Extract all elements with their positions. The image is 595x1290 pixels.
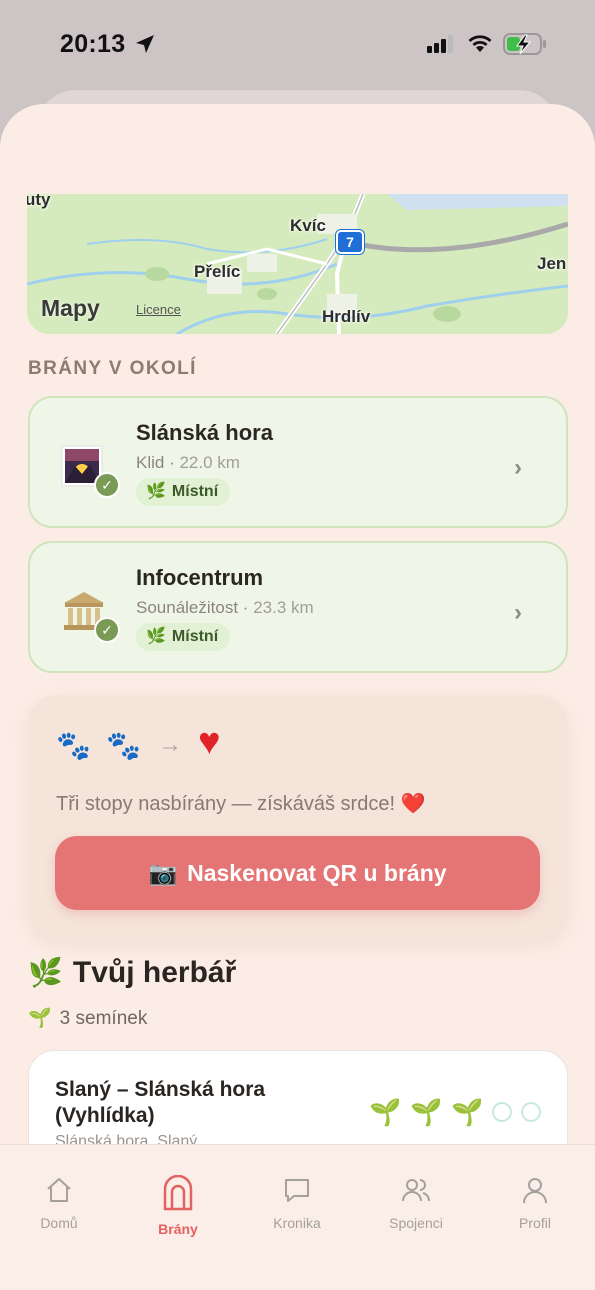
gate-meta: Klid · 22.0 km xyxy=(136,453,240,472)
tab-gates[interactable]: Brány xyxy=(128,1175,228,1237)
tab-label: Kronika xyxy=(273,1215,321,1231)
gate-icon xyxy=(163,1175,193,1211)
tab-allies[interactable]: Spojenci xyxy=(366,1175,466,1231)
gate-card[interactable]: ✓ Slánská hora Klid · 22.0 km 🌿 Místní › xyxy=(28,396,568,528)
gate-tag-label: Místní xyxy=(171,628,219,645)
tab-label: Brány xyxy=(158,1221,198,1237)
people-icon xyxy=(402,1179,430,1202)
visited-check-icon: ✓ xyxy=(94,472,120,498)
leaf-icon: 🌿 xyxy=(146,628,166,645)
herbarium-title: 🌿 Tvůj herbář xyxy=(28,956,236,990)
seedling-icon: 🌱 xyxy=(451,1096,484,1127)
herbarium-title-text: Tvůj herbář xyxy=(72,956,237,989)
gate-card[interactable]: ✓ Infocentrum Sounáležitost · 23.3 km 🌿 M… xyxy=(28,541,568,673)
map-drawing xyxy=(27,194,568,334)
map-label: Přelíc xyxy=(194,262,241,281)
route-number-badge: 7 xyxy=(336,230,364,254)
gate-category: Sounáležitost xyxy=(136,598,239,617)
seedling-icon: 🌱 xyxy=(28,1008,52,1029)
heart-icon: ♥ xyxy=(198,721,221,763)
gate-distance: 22.0 km xyxy=(179,453,240,472)
gate-name: Slánská hora xyxy=(136,420,273,445)
tab-label: Domů xyxy=(40,1215,78,1231)
arrow-right-icon: → xyxy=(158,731,182,758)
seedling-icon: 🌱 xyxy=(369,1096,402,1127)
empty-seed-slot-icon xyxy=(521,1102,541,1122)
herb-icon: 🌿 xyxy=(28,957,63,988)
chat-bubble-icon xyxy=(285,1179,309,1202)
visited-check-icon: ✓ xyxy=(94,617,120,643)
maps-logo: Mapy xyxy=(41,295,100,322)
paw-icon: 🐾 xyxy=(106,730,141,761)
leaf-icon: 🌿 xyxy=(146,483,166,500)
tab-profile[interactable]: Profil xyxy=(485,1175,585,1231)
chevron-right-icon: › xyxy=(514,599,522,626)
gate-distance: 23.3 km xyxy=(253,598,314,617)
home-icon xyxy=(47,1178,71,1202)
empty-seed-slot-icon xyxy=(492,1102,512,1122)
progress-message: Tři stopy nasbírány — získáváš srdce! ❤️ xyxy=(56,793,426,815)
gate-category: Klid xyxy=(136,453,165,472)
gate-meta: Sounáležitost · 23.3 km xyxy=(136,598,314,617)
map-label: Jen xyxy=(537,254,567,273)
status-time: 20:13 xyxy=(60,30,126,58)
cellular-signal-icon xyxy=(427,35,453,53)
paw-icon: 🐾 xyxy=(56,730,91,761)
herbarium-item-title: Slaný – Slánská hora (Vyhlídka) xyxy=(55,1078,266,1127)
tab-bar: Domů Brány Kronika Spojenci Profil xyxy=(0,1144,595,1290)
scan-qr-button[interactable]: 📷 Naskenovat QR u brány xyxy=(55,836,540,910)
nearby-section-title: BRÁNY V OKOLÍ xyxy=(28,358,197,379)
tab-label: Profil xyxy=(519,1215,551,1231)
map-label: uty xyxy=(27,194,51,209)
tab-label: Spojenci xyxy=(389,1215,443,1231)
gate-name: Infocentrum xyxy=(136,565,264,590)
gate-tag-label: Místní xyxy=(171,483,219,500)
licence-link[interactable]: Licence xyxy=(136,302,181,317)
chevron-right-icon: › xyxy=(514,454,522,481)
seed-count: 🌱 3 semínek xyxy=(28,1006,147,1030)
battery-charging-icon xyxy=(503,33,546,55)
seed-progress: 🌱 🌱 🌱 xyxy=(369,1097,550,1127)
seed-count-label: 3 semínek xyxy=(59,1008,148,1029)
location-arrow-icon xyxy=(136,35,154,53)
tab-chronicle[interactable]: Kronika xyxy=(247,1175,347,1231)
status-bar: 20:13 xyxy=(0,0,595,90)
collect-progress-card: 🐾 🐾 → ♥ Tři stopy nasbírány — získáváš s… xyxy=(28,695,568,939)
map-label: Kvíc xyxy=(290,216,326,235)
gates-screen: uty Kvíc Přelíc Hrdlív Jen 7 Mapy Licenc… xyxy=(0,104,595,1290)
scan-qr-button-label: Naskenovat QR u brány xyxy=(187,860,447,886)
gate-tag: 🌿 Místní xyxy=(136,623,231,651)
wifi-icon xyxy=(468,35,492,52)
person-icon xyxy=(523,1178,547,1204)
tab-home[interactable]: Domů xyxy=(9,1175,109,1231)
maps-logo-text: Mapy xyxy=(41,295,100,321)
camera-icon: 📷 xyxy=(148,860,178,886)
gate-tag: 🌿 Místní xyxy=(136,478,231,506)
map-view[interactable]: uty Kvíc Přelíc Hrdlív Jen 7 Mapy Licenc… xyxy=(27,194,568,334)
seedling-icon: 🌱 xyxy=(410,1096,443,1127)
map-label: Hrdlív xyxy=(322,307,371,326)
